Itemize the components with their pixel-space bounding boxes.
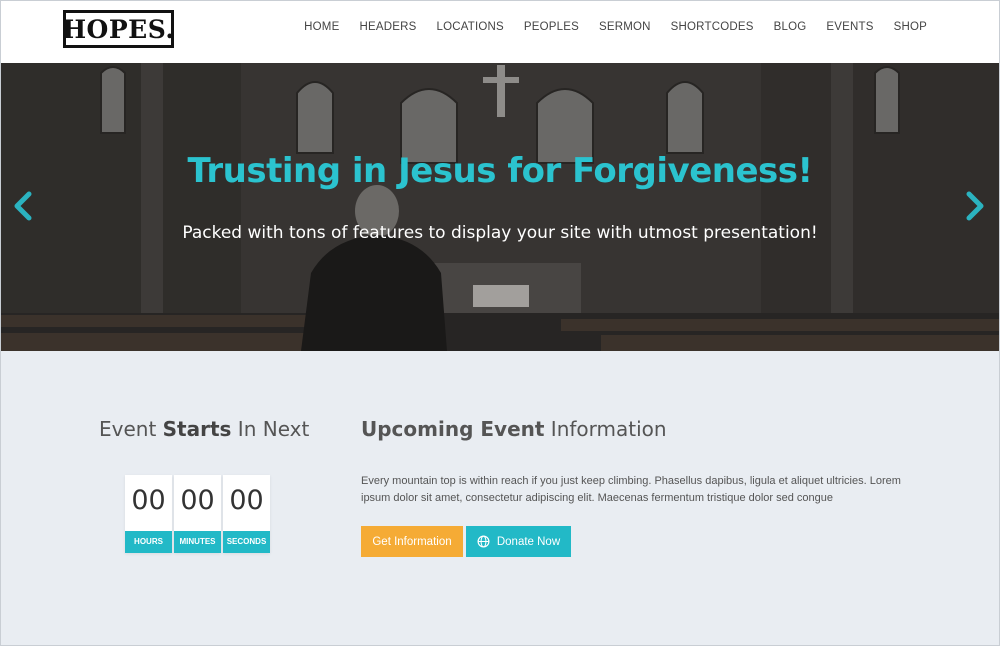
main-nav: HOME HEADERS LOCATIONS PEOPLES SERMON SH…: [284, 21, 927, 33]
event-heading-bold: Upcoming Event: [361, 417, 545, 441]
site-header: HOPES. HOME HEADERS LOCATIONS PEOPLES SE…: [1, 1, 999, 63]
get-information-label: Get Information: [372, 535, 452, 548]
nav-peoples[interactable]: PEOPLES: [524, 21, 579, 33]
event-description: Every mountain top is within reach if yo…: [361, 475, 901, 504]
donate-now-label: Donate Now: [496, 535, 561, 548]
get-information-button[interactable]: Get Information: [361, 526, 463, 557]
slider-next-icon[interactable]: [963, 191, 987, 221]
countdown-heading-bold: Starts: [162, 417, 232, 441]
nav-sermon[interactable]: SERMON: [599, 21, 651, 33]
countdown-seconds-label: SECONDS: [223, 531, 270, 553]
countdown-seconds-value: 00: [229, 485, 264, 516]
hero-title: Trusting in Jesus for Forgiveness!: [187, 151, 813, 191]
nav-headers[interactable]: HEADERS: [359, 21, 416, 33]
countdown-seconds: 00 SECONDS: [223, 475, 270, 553]
hero-overlay: [1, 63, 999, 351]
nav-shop[interactable]: SHOP: [894, 21, 927, 33]
countdown-heading-post: In Next: [231, 417, 310, 441]
countdown-minutes-label: MINUTES: [174, 531, 221, 553]
countdown-hours: 00 HOURS: [125, 475, 172, 553]
site-logo[interactable]: HOPES.: [62, 10, 174, 48]
hero-subtitle: Packed with tons of features to display …: [182, 223, 818, 243]
hero-slider: Trusting in Jesus for Forgiveness! Packe…: [1, 63, 999, 351]
globe-icon: [477, 535, 490, 548]
countdown-hours-value: 00: [131, 485, 166, 516]
nav-shortcodes[interactable]: SHORTCODES: [671, 21, 754, 33]
countdown-hours-label: HOURS: [125, 531, 172, 553]
nav-events[interactable]: EVENTS: [826, 21, 873, 33]
countdown-minutes: 00 MINUTES: [174, 475, 221, 553]
event-heading: Upcoming Event Information: [361, 417, 667, 441]
nav-blog[interactable]: BLOG: [774, 21, 807, 33]
event-heading-post: Information: [544, 417, 667, 441]
nav-home[interactable]: HOME: [304, 21, 339, 33]
slider-prev-icon[interactable]: [11, 191, 35, 221]
donate-now-button[interactable]: Donate Now: [466, 526, 571, 557]
countdown-heading: Event Starts In Next: [99, 417, 309, 441]
countdown-heading-pre: Event: [99, 417, 163, 441]
nav-locations[interactable]: LOCATIONS: [436, 21, 503, 33]
countdown-minutes-value: 00: [180, 485, 215, 516]
